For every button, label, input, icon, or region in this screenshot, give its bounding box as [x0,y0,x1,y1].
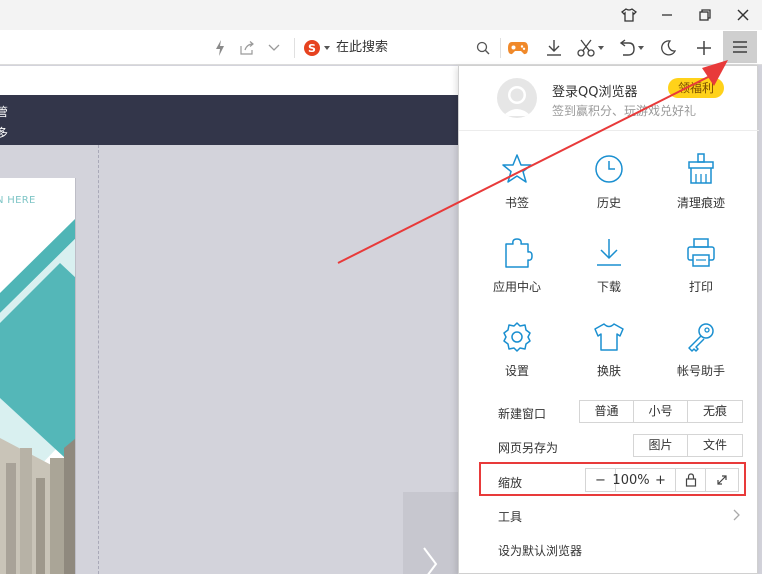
main-menu-button[interactable] [723,31,757,63]
zoom-lock-button[interactable] [676,469,706,491]
menu-item-label: 历史 [596,196,621,210]
download-icon [597,239,621,266]
search-input[interactable]: 在此搜索 [336,30,388,65]
search-icon[interactable] [472,30,494,65]
set-default-browser-item[interactable]: 设为默认浏览器 [498,542,582,559]
canvas-guide-line [98,145,99,574]
page-top-strip [0,66,458,95]
lightning-icon[interactable] [210,30,230,65]
gear-icon [503,322,531,352]
login-link[interactable]: 登录QQ浏览器 [552,81,637,100]
puzzle-icon [505,238,533,268]
expand-icon [717,475,727,485]
menu-item-app-center[interactable]: 应用中心 [472,236,562,316]
gamepad-icon[interactable] [504,30,532,65]
minimize-button[interactable] [648,0,686,30]
menu-item-bookmarks[interactable]: 书签 [472,152,562,232]
hamburger-icon [733,41,747,53]
menu-item-label: 应用中心 [492,280,541,294]
menu-item-print[interactable]: 打印 [656,236,746,316]
share-icon[interactable] [236,30,258,65]
title-bar [0,0,762,30]
menu-item-clear-traces[interactable]: 清理痕迹 [656,152,746,232]
menu-item-label: 帐号助手 [676,364,725,378]
welfare-badge[interactable]: 领福利 [668,78,725,98]
broom-icon [688,153,714,184]
moon-icon[interactable] [654,30,682,65]
save-as-file-button[interactable]: 文件 [688,435,742,456]
chevron-right-icon [733,509,740,521]
zoom-controls: − 100% + [585,468,739,492]
new-window-small-button[interactable]: 小号 [634,401,688,422]
avatar[interactable] [497,78,537,118]
menu-item-history[interactable]: 历史 [564,152,654,232]
toolbar: S 在此搜索 [0,30,762,65]
menu-item-downloads[interactable]: 下载 [564,236,654,316]
lock-icon [685,473,696,487]
page-header-text-2: 多 [0,126,9,140]
new-window-options: 普通 小号 无痕 [579,400,743,423]
restore-button[interactable] [686,0,724,30]
clock-icon [595,155,623,183]
menu-item-label: 打印 [688,280,713,294]
download-toolbar-icon[interactable] [540,30,568,65]
menu-divider [459,130,759,131]
menu-item-label: 下载 [596,280,621,294]
page-header-text-1: 管 [0,105,9,119]
menu-item-label: 设置 [504,364,529,378]
undo-icon[interactable] [614,30,648,65]
zoom-label: 缩放 [498,476,523,490]
menu-item-account-assistant[interactable]: 帐号助手 [656,320,746,400]
document-artwork [0,218,75,574]
chevron-right-icon [423,547,438,574]
close-button[interactable] [724,0,762,30]
menu-item-settings[interactable]: 设置 [472,320,562,400]
menu-item-label: 清理痕迹 [676,196,725,210]
fullscreen-button[interactable] [706,469,738,491]
chevron-down-icon[interactable] [264,30,284,65]
svg-text:S: S [308,42,316,55]
save-as-label: 网页另存为 [498,441,559,455]
toolbar-divider [500,38,501,58]
slide-next-button[interactable] [403,492,458,574]
save-as-options: 图片 文件 [633,434,743,457]
zoom-value: 100% [612,472,650,488]
skin-icon[interactable] [610,0,648,30]
tools-menu-item[interactable]: 工具 [498,508,522,525]
new-window-normal-button[interactable]: 普通 [580,401,634,422]
new-tab-plus-icon[interactable] [690,30,718,65]
zoom-in-button[interactable]: + [646,469,676,491]
star-icon [502,154,532,183]
toolbar-divider [294,38,295,58]
menu-item-label: 换肤 [596,364,621,378]
scissors-icon[interactable] [574,30,608,65]
new-window-incognito-button[interactable]: 无痕 [688,401,742,422]
page-header: 管 多 [0,95,458,145]
new-window-label: 新建窗口 [498,407,547,421]
save-as-image-button[interactable]: 图片 [634,435,688,456]
tshirt-icon [594,323,624,351]
document-preview[interactable]: N HERE [0,178,76,574]
menu-item-label: 书签 [504,196,529,210]
key-icon [688,323,714,352]
menu-item-skin[interactable]: 换肤 [564,320,654,400]
search-engine-icon[interactable]: S [302,30,332,65]
main-menu-panel: 登录QQ浏览器 领福利 签到赢积分、玩游戏兑好礼 书签 历史 清理痕迹 应用中心… [458,65,759,574]
printer-icon [687,238,715,267]
login-subtitle: 签到赢积分、玩游戏兑好礼 [552,104,697,118]
